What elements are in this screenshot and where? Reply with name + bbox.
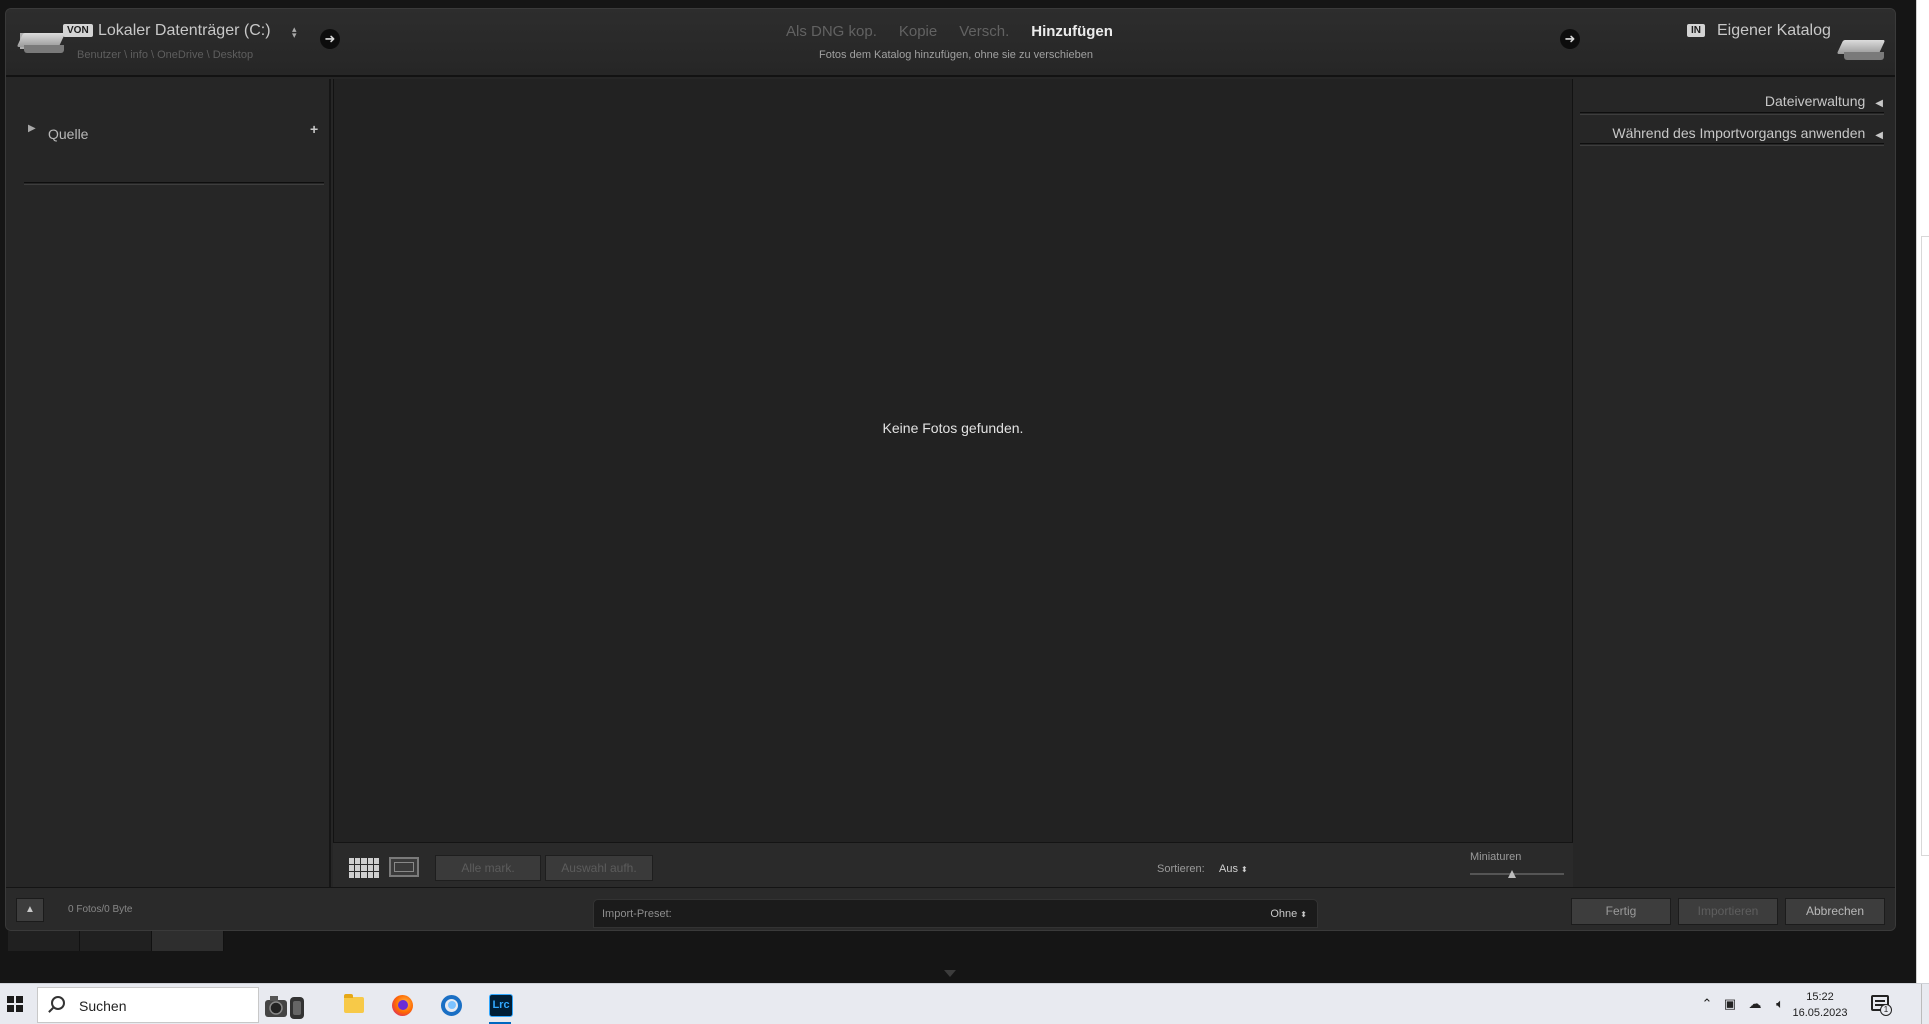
bottom-panel-toggle-icon[interactable] <box>944 970 956 977</box>
loupe-view-icon[interactable] <box>389 857 419 877</box>
sort-label: Sortieren: <box>1157 863 1205 875</box>
source-section-label[interactable]: Quelle <box>48 126 88 142</box>
sort-dropdown-icon: ⬍ <box>1241 865 1248 874</box>
tab-verschieben[interactable]: Versch. <box>959 23 1009 40</box>
destination-arrow-icon[interactable]: ➜ <box>1560 29 1580 49</box>
from-badge: VON <box>63 24 93 37</box>
add-source-icon[interactable]: + <box>310 121 318 137</box>
source-dropdown-icon[interactable]: ▴ ▾ <box>292 25 297 40</box>
filmstrip-tabs <box>8 931 224 951</box>
lightroom-classic-icon: Lrc <box>489 994 513 1017</box>
select-all-button[interactable]: Alle mark. <box>435 855 541 881</box>
cancel-button[interactable]: Abbrechen <box>1785 898 1885 925</box>
search-icon <box>51 996 65 1010</box>
screen: VON Lokaler Datenträger (C:) ▴ ▾ Benutzer… <box>0 0 1929 1024</box>
network-icon[interactable]: ☁ <box>1746 995 1764 1013</box>
preset-label: Import-Preset: <box>602 908 672 920</box>
thumbnail-slider-handle[interactable] <box>1508 870 1517 878</box>
tab-als-dng-kopieren[interactable]: Als DNG kop. <box>786 23 877 40</box>
browser-ring-icon <box>441 995 462 1016</box>
preset-value: Ohne <box>1270 908 1298 920</box>
clock-time: 15:22 <box>1806 991 1834 1003</box>
source-arrow-icon[interactable]: ➜ <box>320 29 340 49</box>
import-button[interactable]: Importieren <box>1678 898 1778 925</box>
panel-divider <box>1580 112 1884 115</box>
firefox-button[interactable] <box>383 986 421 1024</box>
grid-toolbar: Alle mark. Auswahl aufh. Sortieren: Aus … <box>333 842 1573 887</box>
file-explorer-icon <box>344 994 364 1013</box>
import-preset-bar[interactable]: Import-Preset: Ohne ⬍ <box>593 899 1318 928</box>
deselect-button[interactable]: Auswahl aufh. <box>545 855 653 881</box>
clock-date: 16.05.2023 <box>1792 1007 1848 1019</box>
file-explorer-button[interactable] <box>334 986 372 1024</box>
preset-dropdown-icon: ⬍ <box>1300 910 1307 919</box>
chevron-up-icon[interactable]: ⌃ <box>1698 995 1716 1013</box>
preset-select[interactable]: Ohne ⬍ <box>1270 908 1307 920</box>
tab-kopie[interactable]: Kopie <box>899 23 937 40</box>
section-import-apply[interactable]: Während des Importvorgangs anwenden ◀ <box>1612 125 1883 141</box>
destination-disk-icon[interactable] <box>1836 36 1886 62</box>
meet-camera-icon[interactable]: ▣ <box>1721 995 1739 1013</box>
strip-tab[interactable] <box>8 931 80 951</box>
photo-grid-area: Keine Fotos gefunden. <box>333 79 1573 842</box>
expand-triangle-icon[interactable]: ▶ <box>28 123 36 134</box>
panel-divider <box>24 182 324 185</box>
strip-tab[interactable] <box>152 931 224 951</box>
collapse-triangle-icon: ◀ <box>1875 130 1883 141</box>
thumbnails-label: Miniaturen <box>1470 851 1522 863</box>
search-placeholder: Suchen <box>79 998 127 1014</box>
settings-panel: Dateiverwaltung ◀ Während des Importvorga… <box>1574 79 1895 887</box>
photo-count: 0 Fotos/0 Byte <box>68 904 133 915</box>
sort-value: Aus <box>1219 863 1238 875</box>
notification-count: 1 <box>1880 1004 1892 1016</box>
sort-select[interactable]: Aus ⬍ <box>1219 863 1248 875</box>
clock[interactable]: 15:22 16.05.2023 <box>1790 989 1850 1021</box>
lightroom-button[interactable]: Lrc <box>481 986 519 1024</box>
tab-hinzufuegen[interactable]: Hinzufügen <box>1031 23 1113 40</box>
import-mode-tabs: Als DNG kop. Kopie Versch. Hinzufügen <box>786 23 1136 40</box>
grid-view-icon[interactable] <box>349 858 379 878</box>
import-footer: ▲ 0 Fotos/0 Byte Import-Preset: Ohne ⬍ F… <box>6 887 1895 930</box>
browser-button[interactable] <box>432 986 470 1024</box>
mode-description: Fotos dem Katalog hinzufügen, ohne sie z… <box>819 49 1093 61</box>
volume-icon[interactable]: 🔈︎ <box>1771 995 1789 1013</box>
done-button[interactable]: Fertig <box>1571 898 1671 925</box>
import-header: VON Lokaler Datenträger (C:) ▴ ▾ Benutzer… <box>6 9 1895 77</box>
expand-up-button[interactable]: ▲ <box>16 898 44 922</box>
collapse-triangle-icon: ◀ <box>1875 98 1883 109</box>
source-disk-icon[interactable] <box>16 29 66 55</box>
section-label: Während des Importvorgangs anwenden <box>1612 125 1866 141</box>
thumbnail-size-slider[interactable] <box>1470 873 1564 875</box>
source-panel: ▶ Quelle + <box>8 79 331 887</box>
desktop-edge <box>1916 0 1929 983</box>
show-desktop-button[interactable] <box>1921 984 1929 1024</box>
taskbar: Suchen Lrc ⌃ ▣ ☁ 🔈︎ 15:22 16.05.2023 1 <box>0 983 1929 1024</box>
panel-divider <box>1580 143 1884 146</box>
empty-message: Keine Fotos gefunden. <box>882 420 1024 436</box>
firefox-icon <box>392 995 413 1016</box>
section-label: Dateiverwaltung <box>1764 93 1866 109</box>
source-title[interactable]: Lokaler Datenträger (C:) <box>98 22 271 40</box>
source-path: Benutzer \ info \ OneDrive \ Desktop <box>77 49 254 61</box>
taskbar-search[interactable]: Suchen <box>37 987 304 1023</box>
start-button[interactable] <box>0 984 30 1024</box>
to-badge: IN <box>1687 24 1705 37</box>
import-dialog: VON Lokaler Datenträger (C:) ▴ ▾ Benutzer… <box>5 8 1896 931</box>
destination-title[interactable]: Eigener Katalog <box>1717 22 1831 40</box>
camera-search-highlight-icon <box>265 996 304 1019</box>
windows-logo-icon <box>7 996 23 1012</box>
section-dateiverwaltung[interactable]: Dateiverwaltung ◀ <box>1765 93 1883 109</box>
strip-tab[interactable] <box>80 931 152 951</box>
